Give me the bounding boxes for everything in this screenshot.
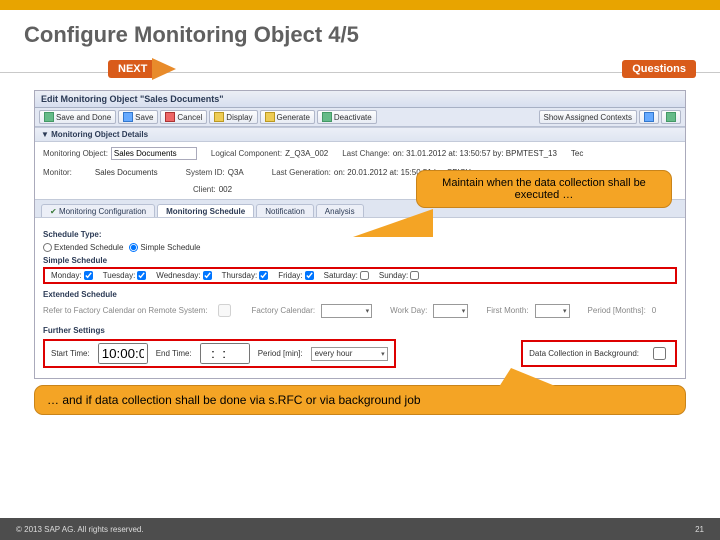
monitoring-object-field[interactable]	[111, 147, 197, 160]
page-number: 21	[695, 525, 704, 534]
period-select[interactable]: every hour	[311, 347, 388, 361]
save-button[interactable]: Save	[118, 110, 158, 124]
tab-schedule[interactable]: Monitoring Schedule	[157, 204, 254, 217]
deactivate-button[interactable]: Deactivate	[317, 110, 377, 124]
background-check[interactable]	[653, 347, 666, 360]
tab-config[interactable]: ✔ Monitoring Configuration	[41, 204, 155, 217]
footer: © 2013 SAP AG. All rights reserved. 21	[0, 518, 720, 540]
friday-check[interactable]	[305, 271, 314, 280]
toolbar: Save and Done Save Cancel Display Genera…	[35, 108, 685, 127]
extended-schedule-header: Extended Schedule	[43, 290, 677, 299]
window-title: Edit Monitoring Object "Sales Documents"	[35, 91, 685, 108]
generate-button[interactable]: Generate	[260, 110, 315, 124]
copyright: © 2013 SAP AG. All rights reserved.	[16, 525, 144, 534]
next-button[interactable]: NEXT	[108, 60, 157, 78]
display-button[interactable]: Display	[209, 110, 257, 124]
simple-schedule-header: Simple Schedule	[43, 256, 677, 265]
save-and-done-button[interactable]: Save and Done	[39, 110, 116, 124]
sunday-check[interactable]	[410, 271, 419, 280]
show-contexts-button[interactable]: Show Assigned Contexts	[539, 110, 638, 124]
schedule-type-label: Schedule Type:	[43, 230, 102, 239]
time-highlight: Start Time: End Time: Period [min]:every…	[43, 339, 396, 368]
callout-schedule: Maintain when the data collection shall …	[416, 170, 672, 208]
start-time-field[interactable]	[98, 343, 148, 364]
slide-title: Configure Monitoring Object 4/5	[0, 10, 720, 56]
simple-radio[interactable]	[129, 243, 138, 252]
toolbar-icon-2[interactable]	[661, 110, 681, 124]
further-settings-header: Further Settings	[43, 326, 677, 335]
saturday-check[interactable]	[360, 271, 369, 280]
accent-bar	[0, 0, 720, 10]
toolbar-icon-1[interactable]	[639, 110, 659, 124]
tab-notification[interactable]: Notification	[256, 204, 314, 217]
next-arrow-icon	[152, 58, 176, 80]
cancel-button[interactable]: Cancel	[160, 110, 207, 124]
panel-header: ▼ Monitoring Object Details	[35, 127, 685, 142]
extended-radio[interactable]	[43, 243, 52, 252]
tuesday-check[interactable]	[137, 271, 146, 280]
background-highlight: Data Collection in Background:	[521, 340, 677, 367]
days-highlight: Monday: Tuesday: Wednesday: Thursday: Fr…	[43, 267, 677, 284]
questions-button[interactable]: Questions	[622, 60, 696, 78]
wednesday-check[interactable]	[203, 271, 212, 280]
thursday-check[interactable]	[259, 271, 268, 280]
callout-background: … and if data collection shall be done v…	[34, 385, 686, 415]
monday-check[interactable]	[84, 271, 93, 280]
end-time-field[interactable]	[200, 343, 250, 364]
accent-row: NEXT Questions	[0, 56, 720, 90]
remote-cal-check	[218, 304, 231, 317]
